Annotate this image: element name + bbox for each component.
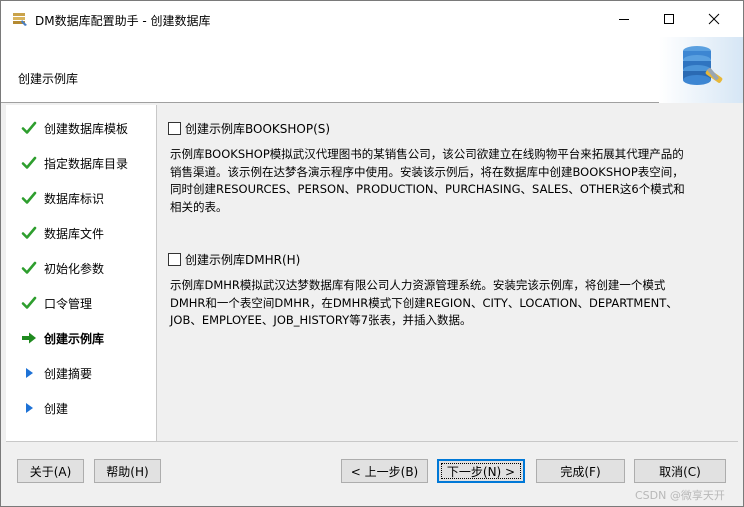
content-panel: 创建示例库BOOKSHOP(S) 示例库BOOKSHOP模拟武汉代理图书的某销售… (158, 105, 742, 441)
nav-step-directory: 指定数据库目录 (6, 148, 156, 178)
description-line: JOB、EMPLOYEE、JOB_HISTORY等7张表，并插入数据。 (170, 313, 472, 327)
nav-step-create: 创建 (6, 393, 156, 423)
cancel-button[interactable]: 取消(C) (634, 459, 726, 483)
nav-step-sample-db: 创建示例库 (6, 323, 156, 353)
nav-step-label: 初始化参数 (44, 261, 105, 276)
window-title: DM数据库配置助手 - 创建数据库 (35, 14, 211, 28)
description-line: 销售渠道。该示例在达梦各演示程序中使用。安装该示例后，将在数据库中创建BOOKS… (170, 164, 684, 179)
description-line: 相关的表。 (170, 199, 228, 214)
finish-button[interactable]: 完成(F) (536, 459, 625, 483)
minimize-icon (619, 19, 629, 20)
nav-step-summary: 创建摘要 (6, 358, 156, 388)
nav-step-label: 创建 (44, 401, 69, 416)
wizard-steps-nav: 创建数据库模板 指定数据库目录 数据库标识 数据库文件 初始化参数 口令管理 创… (6, 105, 157, 441)
nav-step-label: 口令管理 (44, 296, 93, 311)
arrow-right-icon (20, 329, 38, 347)
check-icon (20, 119, 38, 137)
nav-step-label: 数据库文件 (44, 226, 105, 241)
bookshop-option[interactable]: 创建示例库BOOKSHOP(S) (168, 120, 330, 137)
bookshop-checkbox[interactable] (168, 122, 181, 135)
dialog-window: DM数据库配置助手 - 创建数据库 创建示例库 创建数据库模板 指定数据库目录 … (0, 0, 744, 507)
maximize-button[interactable] (646, 1, 692, 37)
check-icon (20, 224, 38, 242)
nav-step-password: 口令管理 (6, 288, 156, 318)
description-line: 示例库BOOKSHOP模拟武汉代理图书的某销售公司，该公司欲建立在线购物平台来拓… (170, 147, 684, 161)
help-button[interactable]: 帮助(H) (94, 459, 161, 483)
description-line: 同时创建RESOURCES、PERSON、PRODUCTION、PURCHASI… (170, 182, 685, 196)
nav-step-label: 指定数据库目录 (44, 156, 129, 171)
dmhr-option-label: 创建示例库DMHR(H) (185, 253, 301, 267)
next-button[interactable]: 下一步(N) > (437, 459, 525, 483)
close-icon (708, 13, 720, 25)
title-bar: DM数据库配置助手 - 创建数据库 (1, 1, 743, 37)
minimize-button[interactable] (601, 1, 647, 37)
triangle-right-icon (20, 364, 38, 382)
description-line: DMHR和一个表空间DMHR，在DMHR模式下创建REGION、CITY、LOC… (170, 295, 678, 310)
page-title: 创建示例库 (18, 72, 79, 86)
maximize-icon (664, 14, 674, 24)
nav-step-identifier: 数据库标识 (6, 183, 156, 213)
watermark: CSDN @微享天开 (635, 489, 725, 502)
check-icon (20, 189, 38, 207)
check-icon (20, 294, 38, 312)
dmhr-description: 示例库DMHR模拟武汉达梦数据库有限公司人力资源管理系统。安装完该示例库，将创建… (170, 277, 726, 330)
check-icon (20, 259, 38, 277)
description-line: 示例库DMHR模拟武汉达梦数据库有限公司人力资源管理系统。安装完该示例库，将创建… (170, 278, 666, 292)
footer-divider (6, 441, 738, 442)
wizard-header: 创建示例库 (1, 37, 743, 103)
dmhr-option[interactable]: 创建示例库DMHR(H) (168, 251, 300, 268)
close-button[interactable] (691, 1, 737, 37)
nav-step-template: 创建数据库模板 (6, 113, 156, 143)
nav-step-files: 数据库文件 (6, 218, 156, 248)
app-icon (13, 13, 27, 26)
nav-step-label: 创建数据库模板 (44, 121, 129, 136)
dmhr-checkbox[interactable] (168, 253, 181, 266)
bookshop-description: 示例库BOOKSHOP模拟武汉代理图书的某销售公司，该公司欲建立在线购物平台来拓… (170, 146, 726, 216)
nav-step-label: 创建示例库 (44, 331, 105, 346)
check-icon (20, 154, 38, 172)
triangle-right-icon (20, 399, 38, 417)
nav-step-label: 创建摘要 (44, 366, 93, 381)
about-button[interactable]: 关于(A) (17, 459, 84, 483)
nav-step-init-params: 初始化参数 (6, 253, 156, 283)
bookshop-option-label: 创建示例库BOOKSHOP(S) (185, 122, 331, 136)
database-config-logo (659, 37, 743, 103)
back-button[interactable]: < 上一步(B) (341, 459, 428, 483)
nav-step-label: 数据库标识 (44, 191, 105, 206)
